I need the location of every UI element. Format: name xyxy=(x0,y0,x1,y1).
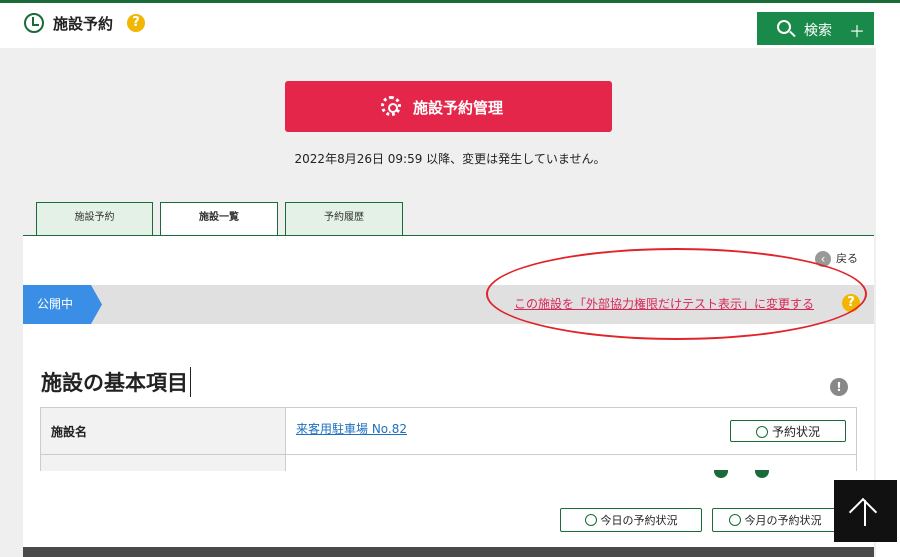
month-reservation-status-button[interactable]: 今月の予約状況 xyxy=(712,508,838,532)
highlight-ellipse xyxy=(486,248,867,340)
status-badge: 公開中 xyxy=(23,285,102,324)
search-button-label: 検索 xyxy=(804,22,832,38)
today-reservation-status-button[interactable]: 今日の予約状況 xyxy=(560,508,702,532)
section-header-bar xyxy=(23,547,874,557)
row-label: 施設名 xyxy=(40,407,286,455)
today-button-label: 今日の予約状況 xyxy=(600,515,678,527)
table-row: 施設名 来客用駐車場 No.82 予約状況 xyxy=(40,407,857,455)
scroll-to-top-button[interactable] xyxy=(834,480,897,542)
tab-facility-reservation[interactable]: 施設予約 xyxy=(36,202,153,235)
month-button-label: 今月の予約状況 xyxy=(744,515,822,527)
reservation-status-label: 予約状況 xyxy=(771,424,820,439)
app-header: 施設予約 ? xyxy=(0,3,876,48)
tab-reservation-history[interactable]: 予約履歴 xyxy=(285,202,403,235)
clock-icon xyxy=(24,13,44,33)
facility-name-link[interactable]: 来客用駐車場 No.82 xyxy=(296,422,407,436)
clock-icon xyxy=(755,425,768,438)
search-icon xyxy=(777,20,791,34)
back-label: 戻る xyxy=(836,252,858,265)
clock-icon xyxy=(584,514,597,526)
row-value: 来客用駐車場 No.82 予約状況 xyxy=(285,407,857,455)
tab-facility-list[interactable]: 施設一覧 xyxy=(160,202,278,236)
clock-icon xyxy=(728,514,741,526)
help-icon[interactable]: ? xyxy=(127,14,145,32)
gear-icon xyxy=(381,96,401,116)
section-title: 施設の基本項目 xyxy=(41,367,191,397)
page-scrollbar[interactable] xyxy=(876,3,900,557)
change-notice: 2022年8月26日 09:59 以降、変更は発生していません。 xyxy=(294,152,606,166)
reservation-status-button[interactable]: 予約状況 xyxy=(730,420,846,442)
plus-icon: ＋ xyxy=(849,24,866,41)
search-button[interactable]: 検索 ＋ xyxy=(757,12,874,45)
info-icon[interactable]: ! xyxy=(830,378,848,396)
facility-reservation-management-button[interactable]: 施設予約管理 xyxy=(285,81,612,132)
app-title: 施設予約 xyxy=(53,15,114,33)
management-button-label: 施設予約管理 xyxy=(413,100,504,117)
